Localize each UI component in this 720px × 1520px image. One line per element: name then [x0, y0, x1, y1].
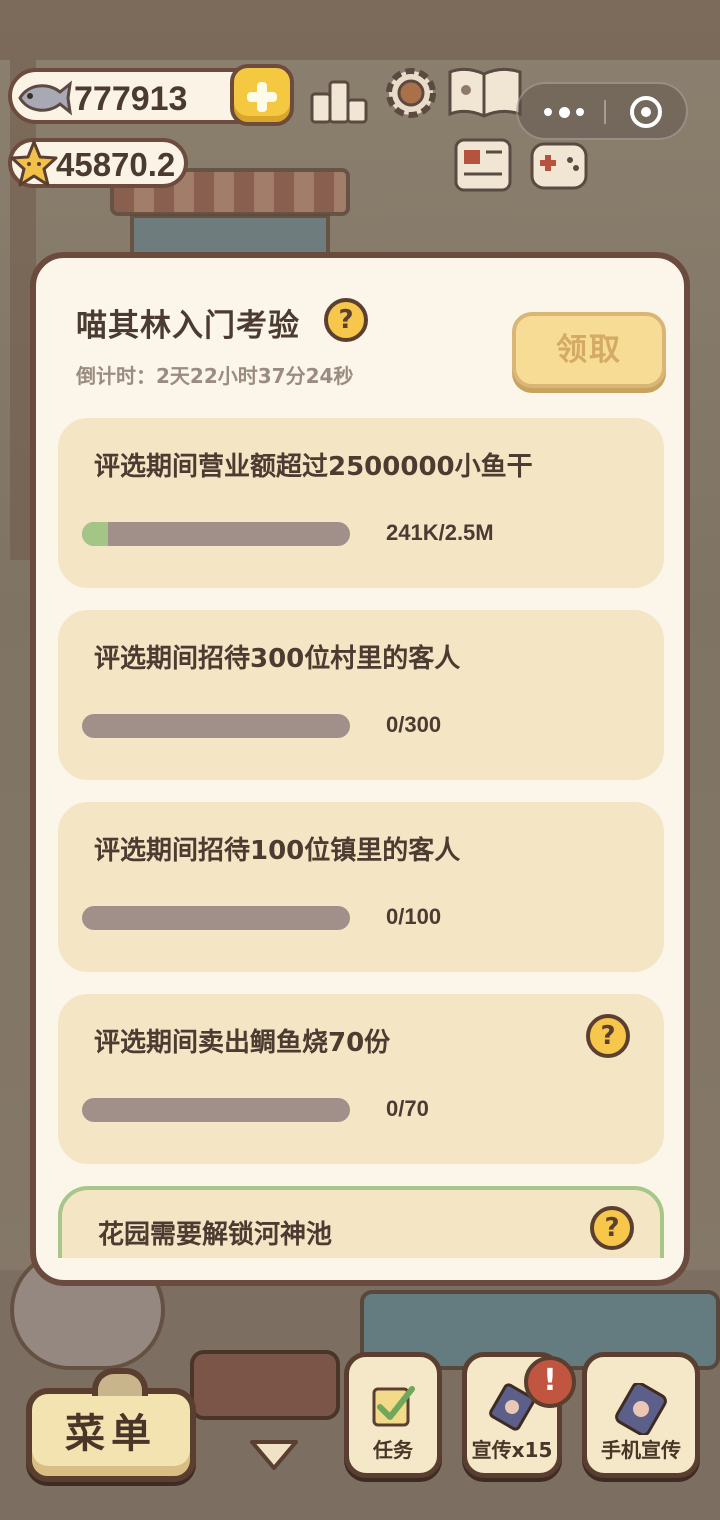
progress-bar — [82, 906, 350, 930]
close-mini-program-button[interactable] — [630, 96, 662, 128]
task-list[interactable]: 评选期间营业额超过2500000小鱼干 241K/2.5M 评选期间招待300位… — [58, 418, 664, 1258]
capsule-divider — [604, 100, 606, 124]
task-card: 评选期间招待300位村里的客人 0/300 — [58, 610, 664, 780]
task-button-label: 任务 — [373, 1438, 413, 1462]
challenge-panel: 喵其林入门考验 ? 倒计时：2天22小时37分24秒 领取 评选期间营业额超过2… — [30, 252, 690, 1286]
task-card: 评选期间卖出鲷鱼烧70份 ? 0/70 — [58, 994, 664, 1164]
panel-title: 喵其林入门考验 — [76, 308, 300, 344]
add-currency-button[interactable] — [230, 64, 294, 126]
task-card: 花园需要解锁河神池 ? — [58, 1186, 664, 1258]
news-icon[interactable] — [452, 136, 514, 194]
task-button[interactable]: 任务 — [344, 1352, 442, 1478]
promo-button-label: 宣传x15 — [471, 1438, 553, 1462]
progress-text: 0/100 — [386, 904, 442, 929]
claim-button[interactable]: 领取 — [512, 312, 666, 388]
task-card: 评选期间营业额超过2500000小鱼干 241K/2.5M — [58, 418, 664, 588]
star-icon — [10, 140, 58, 187]
help-icon[interactable]: ? — [324, 298, 368, 342]
progress-bar — [82, 714, 350, 738]
podium-icon[interactable] — [308, 70, 370, 128]
task-label: 评选期间卖出鲷鱼烧70份 — [94, 1028, 391, 1058]
menu-button[interactable]: 菜单 — [26, 1368, 196, 1482]
fish-amount: 777913 — [74, 80, 188, 118]
star-currency: 45870.2 — [8, 138, 188, 188]
task-label: 花园需要解锁河神池 — [98, 1220, 333, 1250]
countdown-timer: 倒计时：2天22小时37分24秒 — [76, 364, 354, 388]
progress-text: 0/70 — [386, 1096, 429, 1121]
book-icon[interactable] — [446, 64, 524, 122]
ceiling-beam — [0, 0, 720, 60]
phone-promo-button[interactable]: 手机宣传 — [582, 1352, 700, 1478]
alert-badge: ! — [524, 1356, 576, 1408]
star-amount: 45870.2 — [56, 146, 176, 183]
gear-icon[interactable] — [380, 64, 442, 122]
checkmark-icon — [372, 1386, 415, 1427]
progress-text: 0/300 — [386, 712, 442, 737]
task-card: 评选期间招待100位镇里的客人 0/100 — [58, 802, 664, 972]
task-label: 评选期间招待300位村里的客人 — [94, 644, 461, 674]
progress-fill — [82, 522, 108, 546]
down-arrow-icon[interactable] — [246, 1436, 302, 1474]
fish-icon — [18, 80, 72, 116]
task-label: 评选期间招待100位镇里的客人 — [94, 836, 461, 866]
progress-text: 241K/2.5M — [386, 520, 494, 545]
phone-icon — [615, 1383, 667, 1435]
more-options-button[interactable] — [544, 106, 584, 118]
task-label: 评选期间营业额超过2500000小鱼干 — [94, 452, 533, 482]
cat-cushion — [190, 1350, 340, 1420]
phone-promo-button-label: 手机宣传 — [601, 1438, 681, 1462]
gamepad-icon[interactable] — [528, 136, 590, 194]
mini-program-capsule — [516, 82, 688, 140]
progress-bar — [82, 1098, 350, 1122]
help-icon[interactable]: ? — [590, 1206, 634, 1250]
progress-bar — [82, 522, 350, 546]
help-icon[interactable]: ? — [586, 1014, 630, 1058]
